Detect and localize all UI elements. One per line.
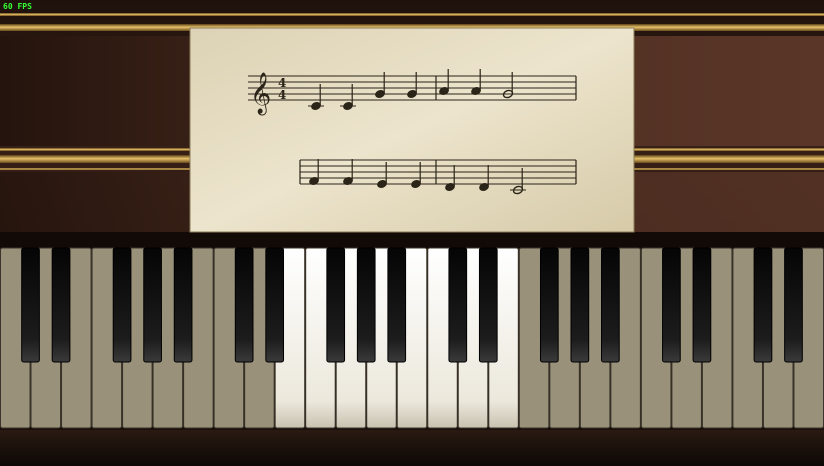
black-key[interactable] [51, 247, 71, 363]
black-key[interactable] [356, 247, 376, 363]
piano-base [0, 430, 824, 466]
black-key[interactable] [21, 247, 40, 363]
sheet-paper [189, 27, 635, 233]
black-key[interactable] [173, 247, 193, 363]
black-key[interactable] [662, 247, 681, 363]
time-signature-bottom: 4 [278, 88, 286, 102]
piano-scene: 𝄞 44 [0, 0, 824, 466]
black-key[interactable] [112, 247, 132, 363]
sheet-music: 𝄞 44 [189, 27, 635, 233]
treble-clef-icon: 𝄞 [250, 72, 271, 115]
black-key[interactable] [143, 247, 162, 363]
black-key[interactable] [448, 247, 468, 363]
black-key[interactable] [387, 247, 407, 363]
black-key[interactable] [478, 247, 498, 363]
key-slip [0, 232, 824, 248]
piano-game-screen: 𝄞 4 4 60 FPS [0, 0, 824, 466]
black-key[interactable] [234, 247, 254, 363]
black-key[interactable] [265, 247, 285, 363]
black-key[interactable] [692, 247, 712, 363]
black-key[interactable] [784, 247, 803, 363]
fps-counter: 60 FPS [3, 2, 32, 11]
black-key[interactable] [601, 247, 620, 363]
black-key[interactable] [539, 247, 559, 363]
black-key[interactable] [570, 247, 590, 363]
black-key[interactable] [326, 247, 346, 363]
black-key[interactable] [753, 247, 773, 363]
gold-trim-top-1 [0, 13, 824, 16]
